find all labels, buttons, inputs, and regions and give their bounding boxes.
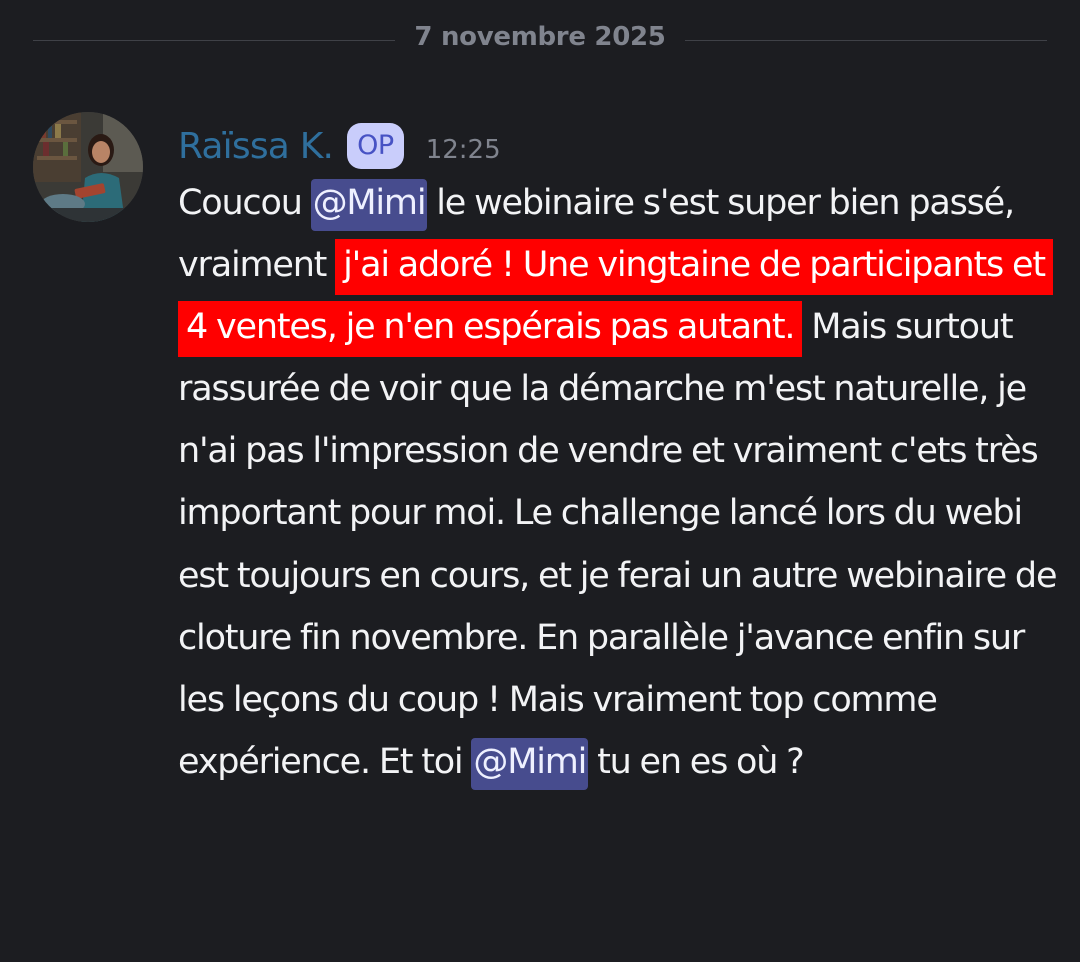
op-badge: OP: [347, 123, 404, 169]
user-mention[interactable]: @Mimi: [471, 737, 589, 790]
date-divider: 7 novembre 2025: [33, 18, 1047, 64]
date-label: 7 novembre 2025: [414, 22, 666, 52]
message-text: tu en es où ?: [588, 741, 805, 782]
divider-line-right: [685, 40, 1047, 41]
message-text: Mais surtout rassurée de voir que la dém…: [178, 307, 1057, 782]
user-mention[interactable]: @Mimi: [310, 179, 428, 231]
author-name[interactable]: Raïssa K.: [178, 126, 334, 167]
message-content: Coucou @Mimi le webinaire s'est super bi…: [178, 172, 1058, 793]
divider-line-left: [33, 40, 395, 41]
message-timestamp[interactable]: 12:25: [426, 135, 501, 165]
avatar[interactable]: [33, 112, 143, 222]
message-text: Coucou: [178, 183, 311, 223]
message-header: Raïssa K. OP 12:25: [178, 118, 501, 174]
